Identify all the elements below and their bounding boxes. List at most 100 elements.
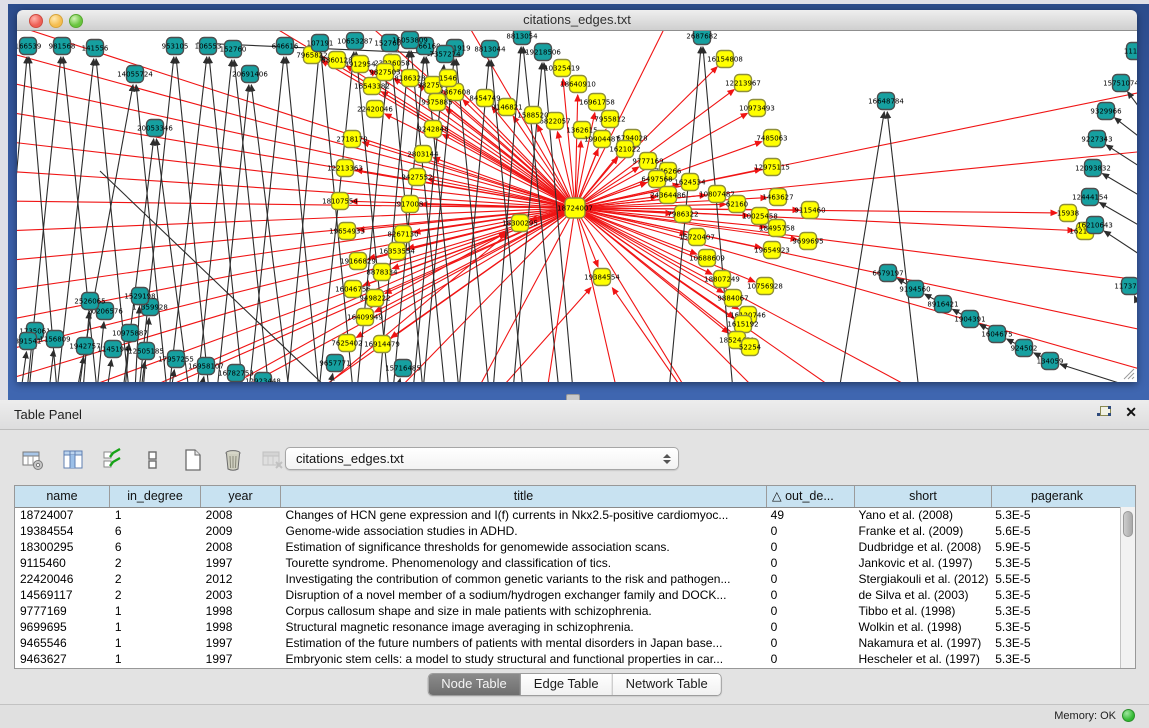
tab-edge-table[interactable]: Edge Table	[521, 674, 613, 695]
column-header-out_de[interactable]: △ out_de...	[767, 486, 855, 507]
network-node[interactable]: 10973493	[739, 100, 775, 117]
delete-table-icon[interactable]	[260, 447, 286, 473]
node-label: 9242848	[417, 126, 448, 134]
network-node[interactable]: 1624534	[674, 174, 706, 191]
float-panel-icon[interactable]	[1097, 406, 1111, 418]
network-node[interactable]: 953105	[162, 38, 189, 55]
network-node[interactable]: 9115460	[794, 202, 825, 219]
network-view-window[interactable]: citations_edges.txt 18724007183002951938…	[17, 10, 1137, 382]
network-node[interactable]: 8813054	[506, 31, 538, 45]
network-node[interactable]: 8878334	[366, 264, 398, 281]
table-row[interactable]: 1456911722003Disruption of a novel membe…	[15, 587, 1120, 603]
network-node[interactable]: 12975115	[754, 159, 790, 176]
network-node[interactable]: 10653287	[337, 33, 373, 50]
network-node[interactable]: 166539	[17, 38, 41, 55]
network-node[interactable]: 9329966	[1090, 103, 1122, 120]
node-label: 12505185	[128, 348, 164, 356]
network-node[interactable]: 62160	[726, 196, 748, 213]
table-cell: Structural magnetic resonance image aver…	[281, 619, 766, 635]
network-node[interactable]: 16914479	[364, 336, 400, 353]
table-panel: Table Panel ✕	[0, 400, 1149, 727]
network-node[interactable]: 10325419	[544, 60, 580, 77]
network-node[interactable]: 19166829	[340, 253, 376, 270]
network-node[interactable]: 1173753	[1114, 278, 1137, 295]
column-header-year[interactable]: year	[201, 486, 281, 507]
citation-network-graph[interactable]: 1872400718300295193845541032541918640910…	[17, 31, 1137, 382]
table-cell: 5.3E-5	[990, 587, 1120, 603]
network-node[interactable]: 1942757	[69, 338, 100, 355]
network-node[interactable]: 134059	[1037, 353, 1064, 370]
network-edge	[21, 352, 26, 382]
network-node[interactable]: 1463627	[762, 189, 793, 206]
table-row[interactable]: 946362711997Embryonic stem cells: a mode…	[15, 651, 1120, 667]
network-edge	[575, 208, 687, 382]
network-node[interactable]: 7955812	[594, 111, 625, 128]
network-node[interactable]: 20053346	[137, 120, 173, 137]
new-table-icon[interactable]	[180, 447, 206, 473]
network-node[interactable]: 10688609	[689, 250, 725, 267]
table-settings-icon[interactable]	[20, 447, 46, 473]
tab-network-table[interactable]: Network Table	[613, 674, 721, 695]
node-label: 18107554	[322, 198, 358, 206]
resize-grip-icon[interactable]	[1119, 364, 1135, 380]
table-cell: 1998	[201, 619, 281, 635]
table-row[interactable]: 1830029562008Estimation of significance …	[15, 539, 1120, 555]
column-header-title[interactable]: title	[281, 486, 767, 507]
network-node[interactable]: 15751074	[1103, 75, 1137, 92]
table-vertical-scrollbar[interactable]	[1120, 507, 1135, 668]
network-node[interactable]: 981568	[49, 38, 76, 55]
table-selector-dropdown[interactable]: citations_edges.txt	[285, 447, 679, 470]
table-row[interactable]: 977716911998Corpus callosum shape and si…	[15, 603, 1120, 619]
network-node[interactable]: 18107554	[322, 193, 358, 210]
network-node[interactable]: 16648784	[868, 93, 904, 110]
network-node[interactable]: 2718170	[336, 131, 367, 148]
network-node[interactable]: 7485063	[756, 130, 787, 147]
network-node[interactable]: 16154808	[707, 51, 743, 68]
table-row[interactable]: 2242004622012Investigating the contribut…	[15, 571, 1120, 587]
network-node[interactable]: 19218506	[525, 44, 561, 61]
network-node[interactable]: 11113	[1124, 43, 1137, 60]
table-cell: Estimation of the future numbers of pati…	[281, 635, 766, 651]
node-label: 24364486	[650, 192, 686, 200]
table-row[interactable]: 1938455462009Genome-wide association stu…	[15, 523, 1120, 539]
network-node[interactable]: 12444154	[1072, 189, 1108, 206]
show-columns-icon[interactable]	[60, 447, 86, 473]
network-node[interactable]: 18640910	[560, 76, 596, 93]
network-node[interactable]: 52254	[739, 339, 762, 356]
network-node[interactable]: 10756928	[747, 278, 783, 295]
network-node[interactable]: 1546	[439, 70, 457, 87]
table-row[interactable]: 969969511998Structural magnetic resonanc…	[15, 619, 1120, 635]
select-all-rows-icon[interactable]	[100, 447, 126, 473]
scrollbar-thumb[interactable]	[1123, 511, 1133, 537]
column-header-name[interactable]: name	[15, 486, 110, 507]
network-node[interactable]: 2803144	[407, 146, 439, 163]
network-node[interactable]: 152760	[220, 41, 247, 58]
table-row[interactable]: 911546021997Tourette syndrome. Phenomeno…	[15, 555, 1120, 571]
network-node[interactable]: 924502	[1011, 340, 1038, 357]
network-node[interactable]: 20691406	[232, 66, 268, 83]
network-node[interactable]: 16961758	[579, 94, 615, 111]
network-node[interactable]: 9699695	[792, 233, 823, 250]
memory-ok-indicator-icon	[1122, 709, 1135, 722]
network-node[interactable]: 106553	[195, 38, 222, 55]
network-node[interactable]: 19654923	[754, 242, 790, 259]
network-node[interactable]: 2687682	[686, 31, 717, 45]
network-canvas[interactable]: 1872400718300295193845541032541918640910…	[17, 31, 1137, 382]
table-row[interactable]: 946554611997Estimation of the future num…	[15, 635, 1120, 651]
tab-node-table[interactable]: Node Table	[428, 674, 521, 695]
network-node[interactable]: 12093832	[1075, 160, 1111, 177]
network-node[interactable]: 24364486	[650, 187, 686, 204]
network-edge	[887, 112, 919, 382]
column-header-in_degree[interactable]: in_degree	[110, 486, 201, 507]
column-header-short[interactable]: short	[855, 486, 992, 507]
network-node[interactable]: 141556	[82, 40, 109, 57]
table-row[interactable]: 1872400712008Changes of HCN gene express…	[15, 507, 1120, 523]
network-node[interactable]: 12213967	[725, 75, 761, 92]
column-header-pagerank[interactable]: pagerank	[992, 486, 1122, 507]
network-node[interactable]: 9227343	[1081, 131, 1112, 148]
network-node[interactable]: 15938	[1057, 205, 1079, 222]
window-titlebar[interactable]: citations_edges.txt	[17, 10, 1137, 31]
close-panel-icon[interactable]: ✕	[1125, 405, 1137, 419]
row-options-icon[interactable]	[140, 447, 166, 473]
delete-selected-rows-icon[interactable]	[220, 447, 246, 473]
